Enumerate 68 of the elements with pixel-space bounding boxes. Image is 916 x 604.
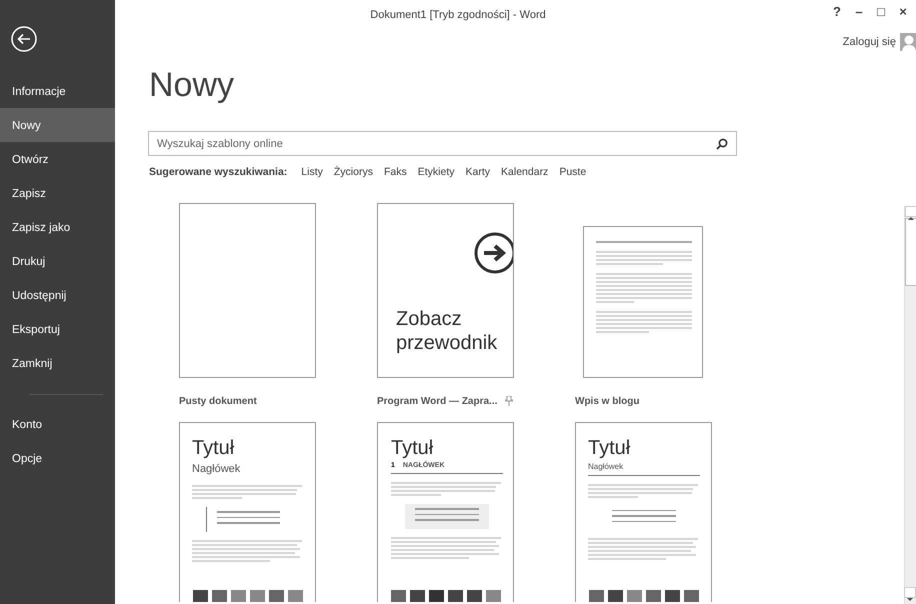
- template-thumbnail[interactable]: Tytuł Nagłówek: [575, 422, 712, 602]
- template-name: Program Word — Zapra...: [377, 394, 498, 409]
- color-swatch: [231, 590, 246, 602]
- suggested-link[interactable]: Faks: [384, 165, 407, 181]
- menu-item[interactable]: Otwórz: [0, 142, 115, 176]
- template-thumbnail[interactable]: [583, 226, 703, 378]
- menu-item[interactable]: Opcje: [0, 441, 115, 475]
- color-swatch: [467, 590, 482, 602]
- template-heading: Nagłówek: [192, 462, 242, 477]
- color-swatch: [193, 590, 208, 602]
- scroll-down-button[interactable]: [904, 587, 916, 598]
- search-icon[interactable]: [716, 138, 728, 150]
- suggested-link[interactable]: Puste: [559, 165, 586, 181]
- scroll-up-button[interactable]: [905, 206, 916, 217]
- help-button[interactable]: ?: [826, 4, 848, 20]
- menu-item[interactable]: Zapisz jako: [0, 210, 115, 244]
- maximize-button[interactable]: □: [870, 4, 892, 20]
- color-swatch: [589, 590, 604, 602]
- menu-item[interactable]: Udostępnij: [0, 278, 115, 312]
- back-icon[interactable]: [11, 26, 37, 52]
- color-swatch: [250, 590, 265, 602]
- search-field[interactable]: Wyszukaj szablony online: [148, 131, 737, 156]
- color-swatch: [486, 590, 501, 602]
- template-name: Pusty dokument: [179, 394, 257, 409]
- guide-text: Zobacz przewodnik: [396, 306, 498, 355]
- template-name: Wpis w blogu: [575, 394, 640, 409]
- template-heading: Nagłówek: [588, 460, 700, 476]
- window-title: Dokument1 [Tryb zgodności] - Word: [370, 9, 546, 21]
- sign-in-link[interactable]: Zaloguj się: [842, 34, 896, 50]
- scrollbar[interactable]: [904, 206, 916, 604]
- color-swatch: [665, 590, 680, 602]
- suggested-label: Sugerowane wyszukiwania:: [149, 165, 288, 180]
- close-button[interactable]: ×: [892, 4, 914, 20]
- suggested-link[interactable]: Życiorys: [334, 165, 373, 181]
- suggested-link[interactable]: Listy: [301, 165, 323, 181]
- color-swatch: [212, 590, 227, 602]
- color-swatch: [269, 590, 284, 602]
- suggested-link[interactable]: Etykiety: [418, 165, 455, 181]
- color-swatch: [646, 590, 661, 602]
- page-heading: Nowy: [148, 65, 234, 106]
- color-swatch: [410, 590, 425, 602]
- template-title: Tytuł: [391, 436, 434, 459]
- menu-item[interactable]: Zamknij: [0, 346, 115, 380]
- color-swatch: [288, 590, 303, 602]
- color-swatch: [627, 590, 642, 602]
- suggested-link[interactable]: Kalendarz: [501, 165, 548, 181]
- suggested-link[interactable]: Karty: [466, 165, 490, 181]
- menu-item[interactable]: Informacje: [0, 74, 115, 108]
- color-swatch: [608, 590, 623, 602]
- minimize-button[interactable]: –: [848, 4, 870, 20]
- menu-item[interactable]: Nowy: [0, 108, 115, 142]
- template-title: Tytuł: [192, 436, 236, 459]
- color-swatch: [684, 590, 699, 602]
- template-title: Tytuł: [588, 436, 632, 459]
- arrow-icon: [473, 232, 513, 274]
- scroll-thumb[interactable]: [905, 218, 916, 286]
- pin-icon[interactable]: [505, 396, 514, 406]
- color-swatch: [391, 590, 406, 602]
- menu-item[interactable]: Konto: [0, 407, 115, 441]
- template-thumbnail[interactable]: Tytuł Nagłówek: [179, 422, 316, 602]
- menu-item[interactable]: Zapisz: [0, 176, 115, 210]
- template-thumbnail[interactable]: Zobacz przewodnik: [377, 202, 514, 378]
- color-swatch: [448, 590, 463, 602]
- template-thumbnail[interactable]: [179, 202, 316, 378]
- avatar-icon[interactable]: [900, 33, 916, 51]
- menu-item[interactable]: Drukuj: [0, 244, 115, 278]
- color-swatch: [429, 590, 444, 602]
- menu-item[interactable]: Eksportuj: [0, 312, 115, 346]
